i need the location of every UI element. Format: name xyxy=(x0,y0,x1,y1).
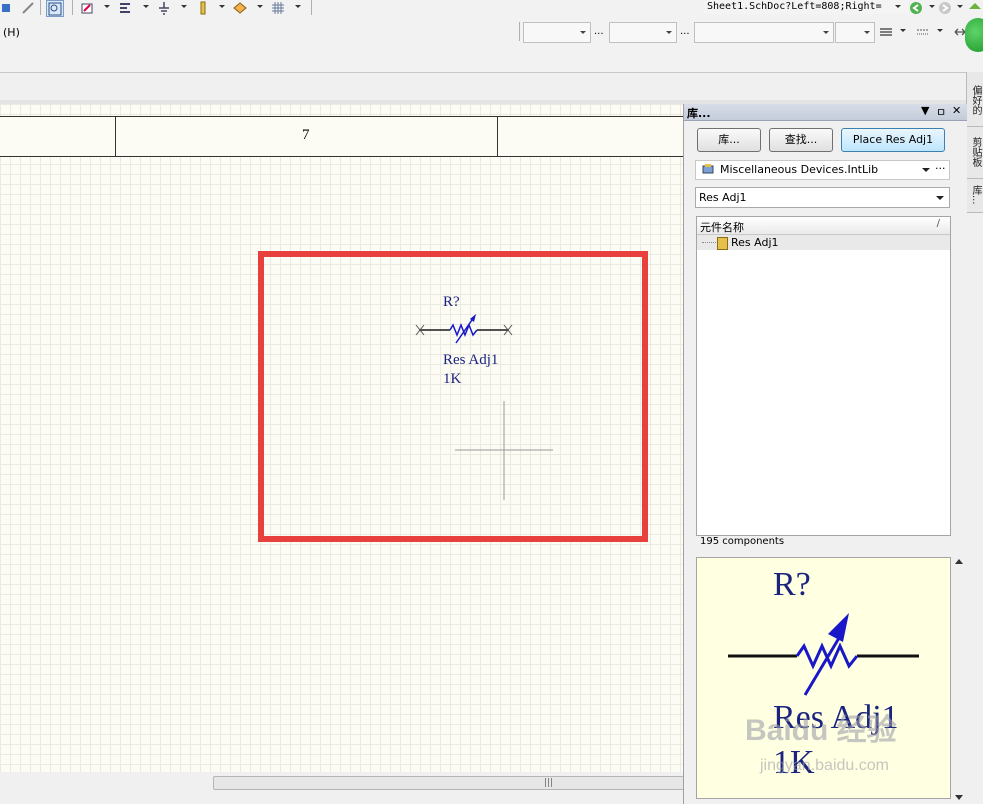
chevron-down-icon[interactable] xyxy=(143,5,149,8)
component-designator[interactable]: R? xyxy=(443,294,460,311)
symbol-preview: R? Res Adj1 1K xyxy=(696,557,951,799)
toolbar-separator xyxy=(40,0,41,15)
preview-symbol xyxy=(728,613,919,696)
drawing-tools-icon[interactable] xyxy=(79,0,95,15)
crosshair-cursor xyxy=(455,401,553,500)
chevron-down-icon xyxy=(823,31,829,34)
forward-icon[interactable] xyxy=(937,0,953,15)
chevron-down-icon[interactable] xyxy=(895,5,901,8)
grip-icon: ||| xyxy=(544,778,554,788)
library-selector[interactable]: Miscellaneous Devices.IntLib ··· xyxy=(695,160,950,180)
line-width-icon[interactable] xyxy=(878,24,894,39)
menu-help-partial[interactable]: (H) xyxy=(3,26,20,39)
search-button[interactable]: 查找... xyxy=(769,128,833,152)
toolbar-combo-3[interactable] xyxy=(694,22,834,43)
chevron-down-icon[interactable] xyxy=(219,5,225,8)
preview-comment: Res Adj1 xyxy=(773,699,899,736)
library-icon xyxy=(702,164,714,174)
pin-icon[interactable]: ㅁ xyxy=(936,104,946,120)
list-item[interactable]: Res Adj1 xyxy=(697,235,950,250)
resistor-symbol[interactable] xyxy=(415,314,513,344)
home-icon[interactable] xyxy=(967,0,983,15)
scroll-up-icon[interactable] xyxy=(955,559,963,564)
line-style-icon[interactable] xyxy=(915,24,931,39)
align-tools-icon[interactable] xyxy=(117,0,133,15)
preview-designator: R? xyxy=(773,566,811,603)
column-header-label: 元件名称 xyxy=(700,221,744,234)
toolbar-separator xyxy=(519,22,520,41)
component-list[interactable]: 元件名称 / Res Adj1 xyxy=(696,216,951,536)
library-more-button[interactable]: ··· xyxy=(935,162,946,175)
filter-input[interactable]: Res Adj1 xyxy=(695,187,950,208)
toolbar-combo-dots: ... xyxy=(680,26,690,37)
chevron-down-icon[interactable] xyxy=(937,29,943,32)
chevron-down-icon[interactable] xyxy=(957,5,963,8)
chevron-down-icon[interactable] xyxy=(181,5,187,8)
scrollbar-thumb[interactable]: ||| xyxy=(213,776,685,790)
power-port-icon[interactable] xyxy=(156,0,172,15)
toolbar-partial-icon[interactable] xyxy=(0,0,16,15)
preview-scrollbar[interactable] xyxy=(952,557,965,804)
preview-value: 1K xyxy=(773,744,815,781)
wire-tool-icon[interactable] xyxy=(20,0,36,15)
tab-libraries[interactable]: 库... xyxy=(967,178,983,213)
sort-icon: / xyxy=(936,218,940,229)
schematic-drawing xyxy=(258,251,648,542)
toolbar-combo-1[interactable] xyxy=(523,22,591,43)
panel-title: 库... xyxy=(687,107,711,120)
chevron-down-icon[interactable] xyxy=(936,196,944,200)
panel-title-bar: 库... ▼ ㅁ ✕ xyxy=(684,104,967,121)
list-column-header[interactable]: 元件名称 / xyxy=(697,217,950,235)
back-icon[interactable] xyxy=(908,0,924,15)
zoom-select-icon[interactable] xyxy=(46,0,64,17)
chevron-down-icon[interactable] xyxy=(295,5,301,8)
chevron-down-icon[interactable] xyxy=(922,168,930,172)
component-comment[interactable]: Res Adj1 xyxy=(443,352,498,369)
tab-favorites[interactable]: 偏好的 xyxy=(967,74,983,127)
grid-icon[interactable] xyxy=(270,0,286,15)
tree-line xyxy=(702,242,716,243)
component-icon xyxy=(717,237,728,250)
close-icon[interactable]: ✕ xyxy=(952,104,961,117)
tab-clipboard[interactable]: 剪贴板 xyxy=(967,126,983,179)
place-part-icon[interactable] xyxy=(195,0,211,15)
library-name: Miscellaneous Devices.IntLib xyxy=(720,163,879,176)
library-panel: 库... ▼ ㅁ ✕ 库... 查找... Place Res Adj1 Mis… xyxy=(683,104,967,804)
chevron-down-icon[interactable] xyxy=(257,5,263,8)
libraries-button[interactable]: 库... xyxy=(697,128,761,152)
chevron-down-icon xyxy=(864,31,870,34)
filter-value: Res Adj1 xyxy=(699,191,747,204)
toolbar-row: Sheet1.SchDoc?Left=808;Right= xyxy=(0,0,983,17)
app-button[interactable] xyxy=(965,18,983,52)
toolbar-area: Sheet1.SchDoc?Left=808;Right= (H) ... ..… xyxy=(0,0,983,73)
panel-menu-icon[interactable]: ▼ xyxy=(921,104,929,117)
toolbar-separator xyxy=(72,0,73,15)
chevron-down-icon[interactable] xyxy=(104,5,110,8)
chevron-down-icon[interactable] xyxy=(929,5,935,8)
port-tool-icon[interactable] xyxy=(232,0,248,15)
list-item-label: Res Adj1 xyxy=(731,236,779,249)
place-component-button[interactable]: Place Res Adj1 xyxy=(841,128,945,152)
chevron-down-icon xyxy=(666,31,672,34)
toolbar-combo-2[interactable] xyxy=(609,22,677,43)
toolbar-separator xyxy=(311,0,312,15)
toolbar-combo-dots: ... xyxy=(594,26,604,37)
chevron-down-icon xyxy=(580,31,586,34)
component-value[interactable]: 1K xyxy=(443,371,461,388)
chevron-down-icon[interactable] xyxy=(900,29,906,32)
horizontal-scrollbar[interactable]: ||| xyxy=(0,772,685,804)
scroll-down-icon[interactable] xyxy=(955,795,963,800)
document-address-field[interactable]: Sheet1.SchDoc?Left=808;Right= xyxy=(704,0,908,14)
side-tab-strip: 偏好的 剪贴板 库... xyxy=(966,72,983,213)
schematic-canvas[interactable]: 7 R? Res Adj1 1K xyxy=(0,104,683,772)
component-count: 195 components xyxy=(700,536,785,547)
toolbar-combo-4[interactable] xyxy=(835,22,875,43)
